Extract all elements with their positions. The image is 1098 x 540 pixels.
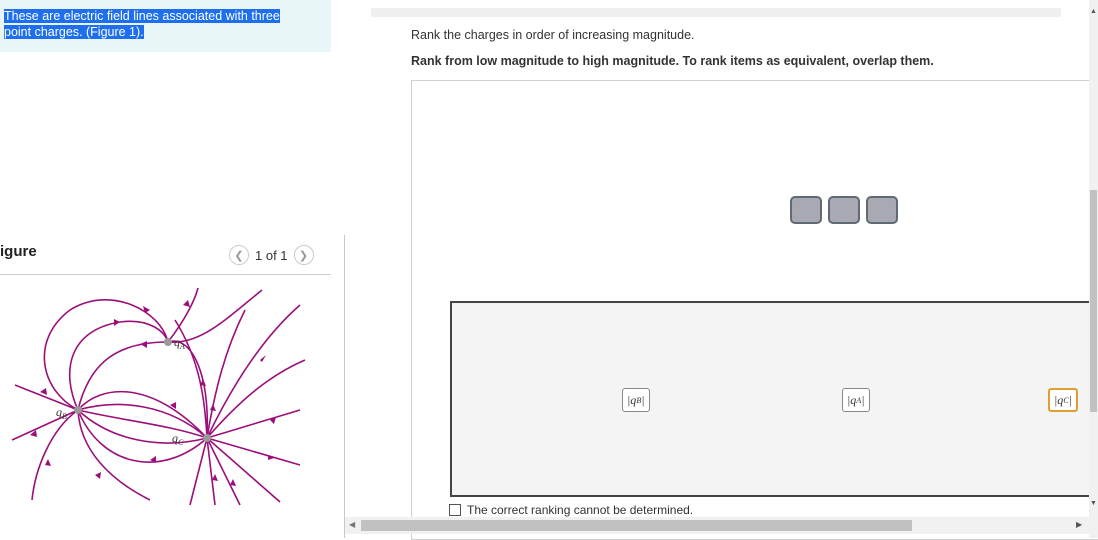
field-line	[11, 409, 79, 441]
cannot-determine-label: The correct ranking cannot be determined…	[467, 503, 694, 517]
scroll-up-arrow-icon[interactable]: ▲	[1089, 8, 1098, 16]
charge-c-dot	[203, 434, 211, 442]
top-strip	[371, 8, 1061, 17]
field-line	[206, 437, 241, 506]
empty-slot[interactable]	[790, 196, 822, 224]
charge-b-label: qB	[56, 405, 67, 421]
ranking-drop-zone[interactable]: |q B | |q A | |q C |	[450, 301, 1098, 497]
charge-a-dot	[164, 338, 172, 346]
field-line	[206, 437, 216, 506]
charge-c-label: qC	[172, 431, 184, 447]
cannot-determine-checkbox[interactable]	[449, 504, 461, 516]
field-line	[31, 409, 79, 501]
intro-line-1: These are electric field lines associate…	[4, 9, 280, 23]
vertical-scrollbar[interactable]: ▲ ▼	[1089, 0, 1098, 538]
field-line	[206, 437, 281, 503]
question-pane: Rank the charges in order of increasing …	[345, 0, 1098, 540]
empty-slots	[790, 196, 898, 224]
electric-field-figure: qA qB qC	[11, 287, 306, 506]
figure-pane: These are electric field lines associate…	[0, 0, 344, 538]
field-line	[77, 409, 208, 463]
field-lines	[11, 287, 306, 506]
arrow-marker	[114, 319, 120, 326]
scroll-left-arrow-icon[interactable]: ◀	[349, 520, 355, 529]
question-prompt: Rank the charges in order of increasing …	[411, 28, 695, 42]
empty-slot[interactable]	[828, 196, 860, 224]
horizontal-scrollbar[interactable]: ◀ ▶	[345, 517, 1089, 534]
field-line	[68, 320, 169, 411]
intro-box: These are electric field lines associate…	[0, 0, 331, 52]
arrow-marker	[40, 388, 47, 395]
field-line	[167, 289, 263, 343]
chevron-right-icon[interactable]: ❯	[293, 245, 314, 265]
vertical-scroll-thumb[interactable]	[1090, 190, 1097, 412]
field-line	[14, 384, 79, 411]
horizontal-scroll-thumb[interactable]	[361, 520, 912, 531]
rank-item-qc[interactable]: |q C |	[1048, 388, 1078, 412]
field-line	[206, 409, 301, 439]
arrow-marker	[95, 472, 101, 479]
empty-slot[interactable]	[866, 196, 898, 224]
intro-line-2[interactable]: point charges. (Figure 1).	[4, 25, 144, 39]
chevron-left-icon[interactable]: ❮	[229, 245, 249, 265]
ranking-instruction: Rank from low magnitude to high magnitud…	[411, 54, 934, 68]
scroll-right-arrow-icon[interactable]: ▶	[1076, 520, 1082, 529]
figure-pager: ❮ 1 of 1 ❯	[229, 244, 314, 266]
arrow-marker	[260, 355, 266, 362]
arrow-marker	[210, 404, 216, 411]
arrow-marker	[230, 479, 236, 486]
arrow-marker	[45, 459, 51, 466]
ranking-widget: |q B | |q A | |q C |	[411, 80, 1098, 540]
charge-a-label: qA	[174, 335, 185, 351]
pager-text: 1 of 1	[255, 247, 288, 263]
figure-heading: igure	[0, 243, 37, 260]
figure-divider	[0, 274, 331, 275]
arrow-marker	[212, 474, 218, 481]
rank-item-qa[interactable]: |q A |	[842, 388, 870, 412]
arrow-marker	[183, 300, 190, 307]
arrow-marker	[140, 341, 147, 348]
rank-item-qb[interactable]: |q B |	[622, 388, 650, 412]
scroll-down-arrow-icon[interactable]: ▼	[1089, 500, 1098, 508]
field-line	[77, 409, 151, 501]
intro-text: These are electric field lines associate…	[4, 8, 296, 40]
charge-b-dot	[74, 406, 82, 414]
field-arrows	[30, 300, 276, 486]
cannot-determine-option[interactable]: The correct ranking cannot be determined…	[449, 503, 693, 517]
field-line	[206, 437, 301, 466]
